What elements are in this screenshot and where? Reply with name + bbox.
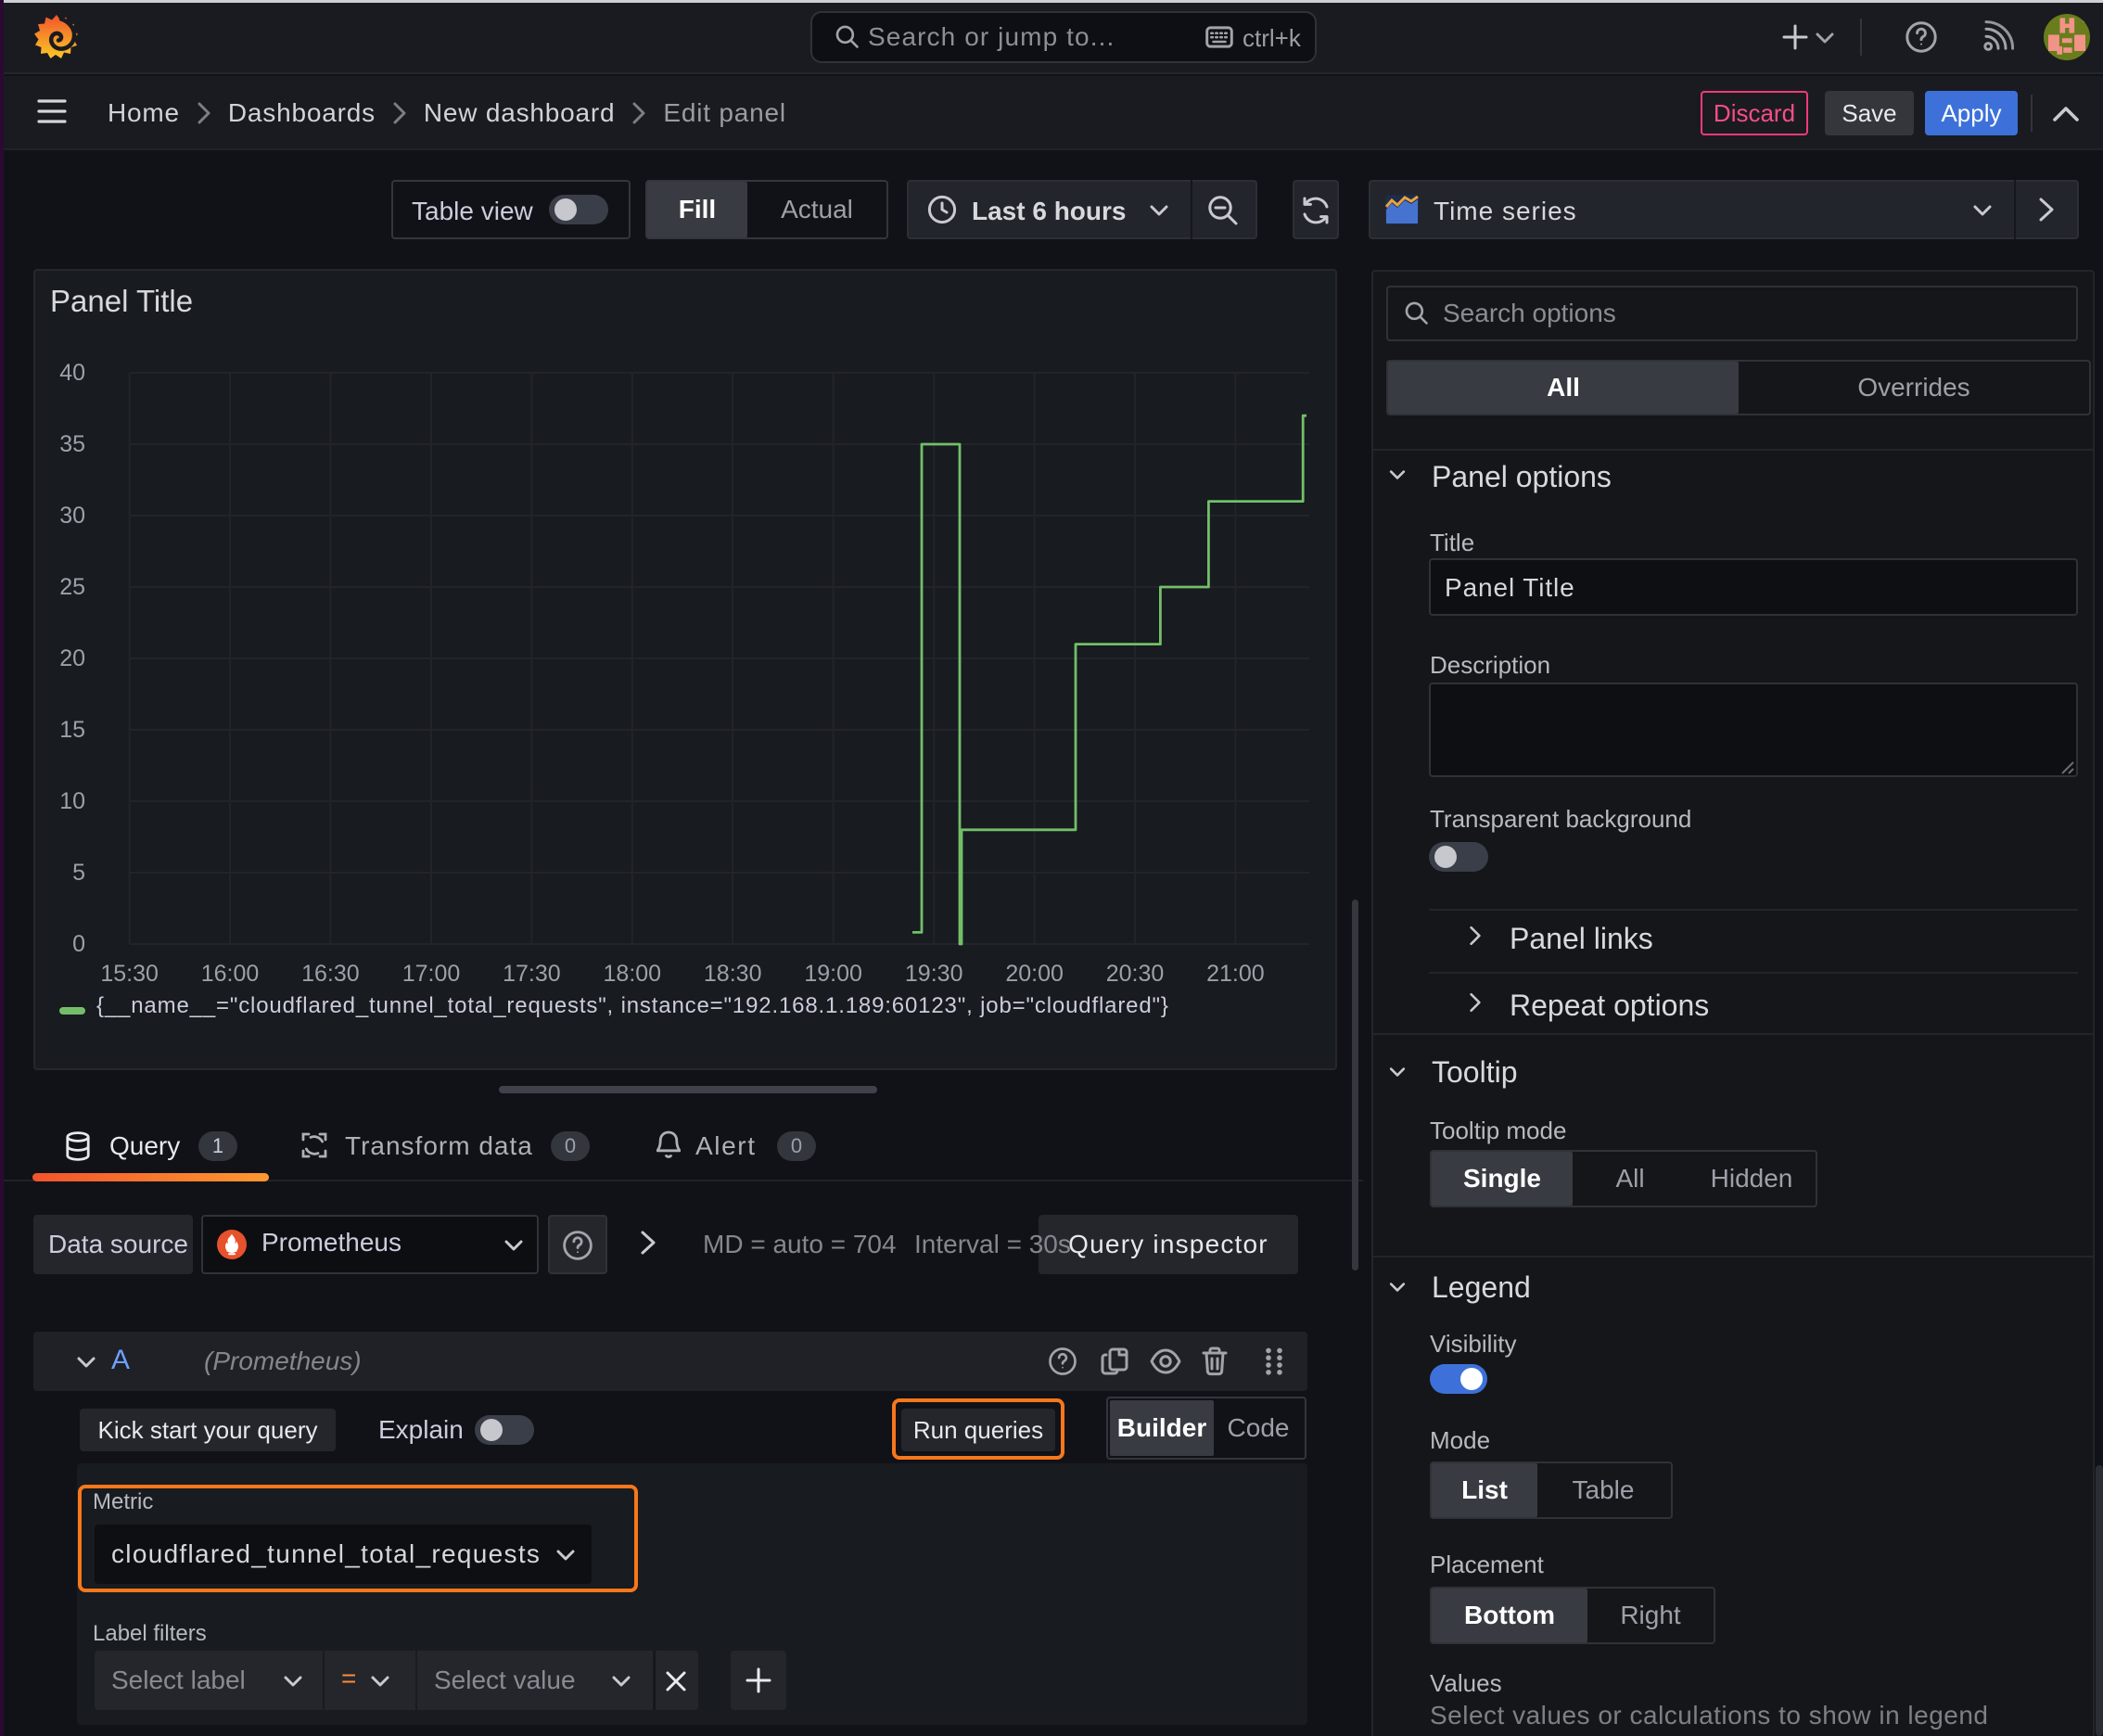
svg-text:17:30: 17:30 xyxy=(503,961,561,987)
svg-text:16:00: 16:00 xyxy=(201,961,260,987)
svg-text:18:30: 18:30 xyxy=(704,961,762,987)
svg-text:0: 0 xyxy=(72,931,85,957)
svg-text:17:00: 17:00 xyxy=(402,961,461,987)
svg-text:35: 35 xyxy=(59,431,85,457)
svg-text:19:00: 19:00 xyxy=(804,961,862,987)
svg-text:19:30: 19:30 xyxy=(905,961,963,987)
svg-text:18:00: 18:00 xyxy=(604,961,662,987)
svg-text:20:00: 20:00 xyxy=(1005,961,1064,987)
svg-text:15: 15 xyxy=(59,717,85,743)
svg-text:21:00: 21:00 xyxy=(1206,961,1265,987)
svg-text:16:30: 16:30 xyxy=(301,961,360,987)
svg-text:20:30: 20:30 xyxy=(1106,961,1165,987)
svg-text:40: 40 xyxy=(59,360,85,386)
svg-text:25: 25 xyxy=(59,574,85,600)
svg-text:10: 10 xyxy=(59,788,85,814)
svg-text:20: 20 xyxy=(59,645,85,671)
svg-text:30: 30 xyxy=(59,503,85,529)
svg-text:15:30: 15:30 xyxy=(100,961,159,987)
svg-text:5: 5 xyxy=(72,860,85,886)
